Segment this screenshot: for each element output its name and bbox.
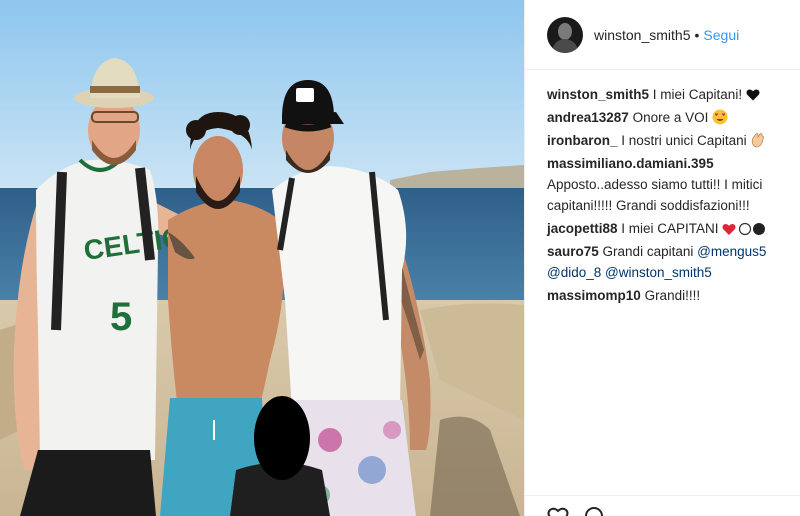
comment-username[interactable]: massimomp10	[547, 288, 641, 303]
clap-icon	[752, 133, 765, 148]
comment-username[interactable]: andrea13287	[547, 110, 629, 125]
comment-text: Grandi capitani	[602, 244, 694, 259]
separator-dot: •	[694, 26, 700, 43]
comment-list: winston_smith5 I miei Capitani! andrea13…	[547, 84, 800, 308]
comment-username[interactable]: sauro75	[547, 244, 599, 259]
post-header: winston_smith5 • Segui	[525, 0, 800, 70]
follow-button[interactable]: Segui	[703, 27, 739, 43]
heart-circles-icon	[722, 222, 766, 236]
comment-username[interactable]: jacopetti88	[547, 221, 618, 236]
mention-link[interactable]: @winston_smith5	[605, 265, 712, 280]
action-bar	[525, 495, 800, 516]
comment-item: massimiliano.damiani.395 Apposto..adesso…	[547, 153, 800, 216]
comment-username[interactable]: massimiliano.damiani.395	[547, 156, 714, 171]
censored-face	[254, 396, 310, 480]
comment-username[interactable]: winston_smith5	[547, 87, 649, 102]
comment-text: I nostri unici Capitani	[621, 133, 747, 148]
comment-item: sauro75 Grandi capitani @mengus5 @dido_8…	[547, 241, 800, 283]
comment-text: I miei CAPITANI	[621, 221, 719, 236]
avatar[interactable]	[547, 16, 583, 53]
comment-item: andrea13287 Onore a VOI	[547, 107, 800, 128]
comment-text: I miei Capitani!	[652, 87, 743, 102]
mention-link[interactable]: @mengus5	[697, 244, 766, 259]
comment-username[interactable]: ironbaron_	[547, 133, 618, 148]
comment-item: winston_smith5 I miei Capitani!	[547, 84, 800, 105]
post-side-panel: winston_smith5 • Segui winston_smith5 I …	[524, 0, 800, 516]
like-heart-icon[interactable]	[547, 505, 569, 516]
comment-item: ironbaron_ I nostri unici Capitani	[547, 130, 800, 151]
comment-item: jacopetti88 I miei CAPITANI	[547, 218, 800, 239]
jersey-number: 5	[110, 295, 132, 339]
comment-text: Apposto..adesso siamo tutti!! I mitici c…	[547, 177, 763, 213]
comment-item: massimomp10 Grandi!!!!	[547, 285, 800, 306]
heart-eyes-icon	[712, 109, 728, 125]
comment-text: Onore a VOI	[632, 110, 709, 125]
heart-black-icon	[746, 89, 760, 101]
mention-link[interactable]: @dido_8	[547, 265, 601, 280]
comment-icon[interactable]	[583, 505, 605, 516]
author-username[interactable]: winston_smith5	[594, 27, 691, 43]
post-photo[interactable]: CELTICS 5	[0, 0, 524, 516]
comment-text: Grandi!!!!	[644, 288, 701, 303]
